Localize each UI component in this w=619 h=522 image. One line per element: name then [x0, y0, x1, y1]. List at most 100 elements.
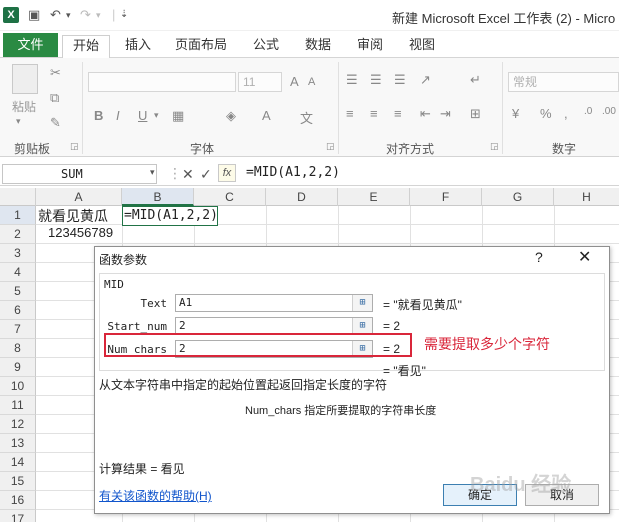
orientation-icon[interactable]: ↗ [420, 72, 431, 88]
column-header-d[interactable]: D [266, 188, 338, 206]
font-launcher-icon[interactable]: ◲ [326, 141, 335, 152]
cell-a2[interactable]: 123456789 [48, 225, 113, 240]
format-painter-icon[interactable]: ✎ [50, 115, 61, 131]
copy-icon[interactable]: ⧉ [50, 90, 59, 106]
borders-icon[interactable]: ▦ [172, 108, 184, 124]
paste-icon[interactable] [12, 64, 38, 94]
italic-button[interactable]: I [116, 108, 120, 123]
row-header-11[interactable]: 11 [0, 396, 36, 415]
fill-color-icon[interactable]: ◈ [226, 108, 236, 124]
column-header-b[interactable]: B [122, 188, 194, 206]
undo-dropdown-icon[interactable]: ▾ [66, 7, 71, 23]
save-icon[interactable]: ▣ [28, 7, 40, 23]
window-title: 新建 Microsoft Excel 工作表 (2) - Micro [392, 11, 616, 26]
redo-dropdown-icon[interactable]: ▾ [96, 7, 101, 23]
calculation-result: 计算结果 = 看见 [99, 462, 185, 476]
row-header-8[interactable]: 8 [0, 339, 36, 358]
row-header-2[interactable]: 2 [0, 225, 36, 244]
align-middle-icon[interactable]: ☰ [370, 72, 382, 88]
align-bottom-icon[interactable]: ☰ [394, 72, 406, 88]
formula-input[interactable]: =MID(A1,2,2) [246, 165, 340, 180]
cell-b1: =MID(A1,2,2) [124, 208, 218, 223]
column-header-g[interactable]: G [482, 188, 554, 206]
font-size-box[interactable]: 11 [238, 72, 282, 92]
name-box-dropdown-icon[interactable]: ▾ [150, 167, 155, 178]
cancel-entry-icon[interactable]: ✕ [182, 166, 194, 183]
row-header-14[interactable]: 14 [0, 453, 36, 472]
group-label-number: 数字 [552, 142, 577, 156]
increase-decimal-icon[interactable]: .0 [584, 106, 592, 117]
insert-function-icon[interactable]: fx [218, 164, 236, 182]
underline-button[interactable]: U [138, 108, 147, 123]
row-header-9[interactable]: 9 [0, 358, 36, 377]
row-header-3[interactable]: 3 [0, 244, 36, 263]
bold-button[interactable]: B [94, 108, 103, 123]
select-all-corner[interactable] [0, 188, 36, 206]
row-header-6[interactable]: 6 [0, 301, 36, 320]
cut-icon[interactable]: ✂ [50, 65, 61, 81]
row-header-10[interactable]: 10 [0, 377, 36, 396]
increase-indent-icon[interactable]: ⇥ [440, 106, 451, 122]
row-header-4[interactable]: 4 [0, 263, 36, 282]
column-header-h[interactable]: H [554, 188, 619, 206]
column-header-a[interactable]: A [36, 188, 122, 206]
align-right-icon[interactable]: ≡ [394, 106, 402, 121]
customize-toolbar-icon[interactable]: ⇣ [120, 7, 128, 23]
confirm-entry-icon[interactable]: ✓ [200, 166, 212, 183]
row-header-12[interactable]: 12 [0, 415, 36, 434]
column-header-f[interactable]: F [410, 188, 482, 206]
undo-icon[interactable]: ↶ [50, 7, 61, 23]
row-header-15[interactable]: 15 [0, 472, 36, 491]
tab-view[interactable]: 视图 [402, 35, 442, 58]
row-header-7[interactable]: 7 [0, 320, 36, 339]
comma-icon[interactable]: , [564, 106, 568, 121]
row-header-16[interactable]: 16 [0, 491, 36, 510]
function-help-link[interactable]: 有关该函数的帮助(H) [99, 487, 212, 504]
tab-data[interactable]: 数据 [298, 35, 338, 58]
tab-review[interactable]: 审阅 [350, 35, 390, 58]
currency-icon[interactable]: ¥ [512, 106, 519, 121]
phonetic-icon[interactable]: 文 [300, 108, 313, 127]
wrap-text-icon[interactable]: ↵ [470, 72, 481, 88]
tab-insert[interactable]: 插入 [118, 35, 158, 58]
font-color-icon[interactable]: A [262, 108, 271, 123]
close-button[interactable]: ✕ [578, 247, 591, 267]
grow-font-icon[interactable]: A [290, 74, 299, 89]
align-center-icon[interactable]: ≡ [370, 106, 378, 121]
row-header-5[interactable]: 5 [0, 282, 36, 301]
column-header-c[interactable]: C [194, 188, 266, 206]
collapse-dialog-icon[interactable]: ⊞ [352, 318, 372, 334]
paste-dropdown-icon[interactable]: ▾ [16, 116, 21, 127]
cell-a1[interactable]: 就看见黄瓜 [38, 206, 108, 226]
decrease-decimal-icon[interactable]: .00 [602, 106, 616, 117]
tab-home[interactable]: 开始 [62, 35, 110, 58]
number-format-box[interactable]: 常规 [508, 72, 619, 92]
collapse-dialog-icon[interactable]: ⊞ [352, 295, 372, 311]
tab-file[interactable]: 文件 [3, 33, 58, 57]
row-header-17[interactable]: 17 [0, 510, 36, 522]
underline-dropdown-icon[interactable]: ▾ [154, 110, 159, 121]
row-header-1[interactable]: 1 [0, 206, 36, 225]
percent-icon[interactable]: % [540, 106, 552, 121]
arg-input-text[interactable]: A1 ⊞ [175, 294, 373, 312]
decrease-indent-icon[interactable]: ⇤ [420, 106, 431, 122]
active-cell-b1[interactable]: =MID(A1,2,2) [122, 206, 218, 226]
redo-icon[interactable]: ↷ [80, 7, 91, 23]
overall-result: = "看见" [383, 364, 426, 378]
help-button[interactable]: ? [535, 249, 543, 265]
paste-label[interactable]: 粘贴 [12, 98, 36, 115]
align-left-icon[interactable]: ≡ [346, 106, 354, 121]
separator: | [112, 7, 116, 22]
font-name-box[interactable] [88, 72, 236, 92]
align-top-icon[interactable]: ☰ [346, 72, 358, 88]
name-box[interactable]: SUM [2, 164, 157, 184]
row-header-13[interactable]: 13 [0, 434, 36, 453]
function-name: MID [103, 278, 125, 291]
column-header-e[interactable]: E [338, 188, 410, 206]
clipboard-launcher-icon[interactable]: ◲ [70, 141, 79, 152]
merge-center-icon[interactable]: ⊞ [470, 106, 481, 122]
shrink-font-icon[interactable]: A [308, 76, 315, 88]
tab-page-layout[interactable]: 页面布局 [170, 35, 232, 58]
tab-formulas[interactable]: 公式 [246, 35, 286, 58]
alignment-launcher-icon[interactable]: ◲ [490, 141, 499, 152]
